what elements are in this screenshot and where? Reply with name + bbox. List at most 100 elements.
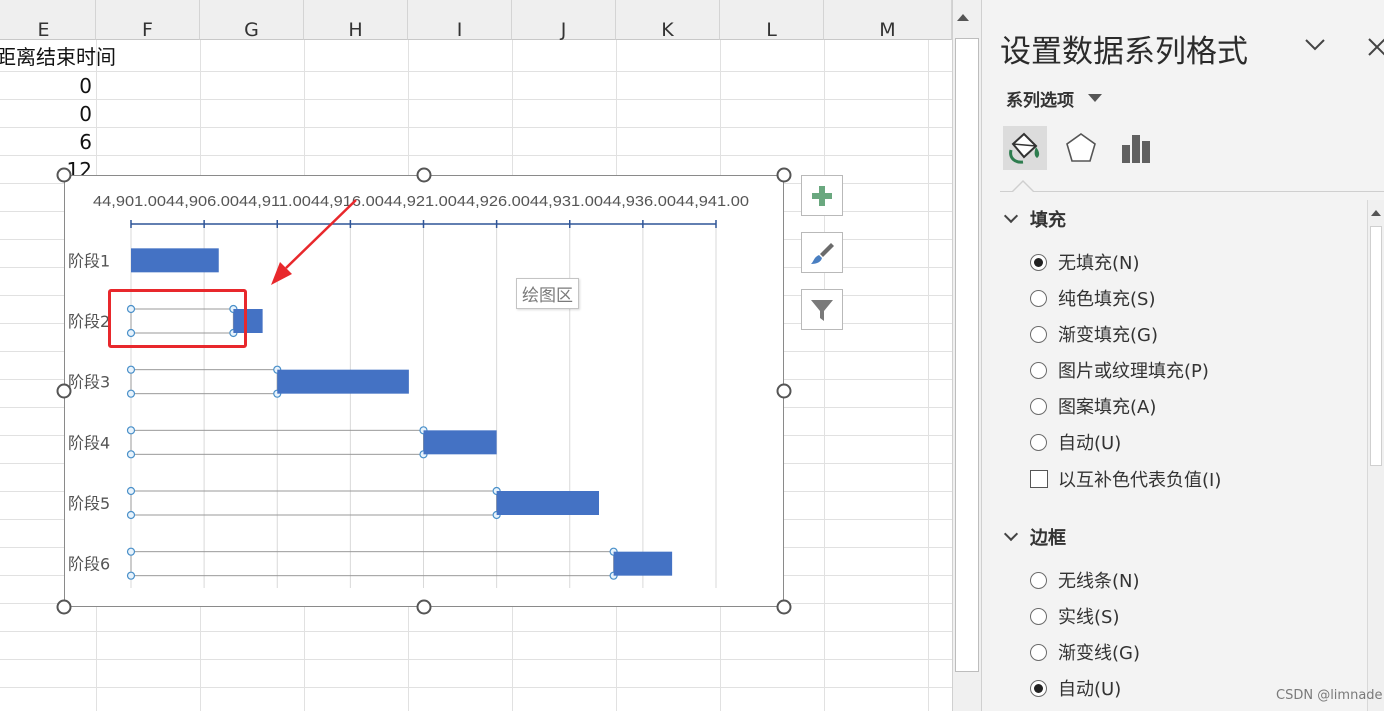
border-option-solid[interactable]: 实线(S) <box>1030 604 1119 628</box>
highlight-box-chart <box>108 289 247 348</box>
pane-title: 设置数据系列格式 <box>1000 34 1248 70</box>
option-label: 图片或纹理填充(P) <box>1058 361 1209 382</box>
option-label: 渐变线(G) <box>1058 643 1140 664</box>
column-header-f[interactable]: F <box>96 0 200 41</box>
radio[interactable] <box>1030 643 1047 661</box>
hidden-bar-selected <box>130 490 498 516</box>
chevron-down-icon <box>1003 526 1019 542</box>
selection-handle <box>126 486 136 496</box>
close-icon[interactable] <box>1366 36 1384 58</box>
radio[interactable] <box>1030 325 1047 343</box>
border-option-gradient[interactable]: 渐变线(G) <box>1030 640 1140 664</box>
border-option-none[interactable]: 无线条(N) <box>1030 568 1140 592</box>
radio[interactable] <box>1030 289 1047 307</box>
tab-effects[interactable] <box>1059 126 1103 170</box>
option-label: 以互补色代表负值(I) <box>1058 470 1222 491</box>
invert-if-negative[interactable]: 以互补色代表负值(I) <box>1030 467 1221 491</box>
tab-series-options[interactable] <box>1114 126 1158 170</box>
border-option-auto[interactable]: 自动(U) <box>1030 676 1121 700</box>
pane-scroll-thumb[interactable] <box>1370 226 1382 466</box>
selection-handle <box>126 426 136 435</box>
radio[interactable] <box>1030 607 1047 625</box>
category-label: 阶段2 <box>68 312 110 331</box>
effects-icon <box>1066 133 1096 162</box>
chart-filters-button[interactable] <box>801 289 843 330</box>
fill-option-auto[interactable]: 自动(U) <box>1030 430 1121 454</box>
radio[interactable] <box>1030 361 1047 379</box>
watermark: CSDN @limnade <box>1276 688 1383 703</box>
category-label: 阶段4 <box>68 433 110 452</box>
fill-option-none[interactable]: 无填充(N) <box>1030 250 1140 274</box>
chevron-down-icon[interactable] <box>1304 36 1326 54</box>
scroll-up-icon[interactable] <box>1371 210 1381 216</box>
column-header-l[interactable]: L <box>720 0 824 41</box>
radio[interactable] <box>1030 433 1047 451</box>
selection-handle <box>126 571 136 580</box>
series-options-dropdown[interactable]: 系列选项 <box>1006 86 1074 111</box>
option-label: 图案填充(A) <box>1058 397 1157 418</box>
column-header-h[interactable]: H <box>304 0 408 41</box>
plot-area-tooltip: 绘图区 <box>516 278 579 309</box>
cell-e2[interactable]: 0 <box>40 72 92 100</box>
option-label: 无线条(N) <box>1058 571 1140 592</box>
radio[interactable] <box>1030 397 1047 415</box>
caret-down-icon[interactable] <box>1088 94 1102 102</box>
column-header-k[interactable]: K <box>616 0 720 41</box>
selection-handle <box>126 389 136 398</box>
cell-e3[interactable]: 0 <box>40 100 92 128</box>
column-header-m[interactable]: M <box>824 0 952 41</box>
scroll-thumb[interactable] <box>955 38 979 672</box>
brush-icon <box>811 242 834 264</box>
chart-elements-button[interactable] <box>801 175 843 216</box>
x-tick-labels: 44,901.0044,906.0044,911.0044,916.0044,9… <box>93 193 749 210</box>
duration-bar <box>496 491 599 515</box>
radio-selected[interactable] <box>1030 679 1047 697</box>
option-label: 自动(U) <box>1058 433 1122 454</box>
fill-option-solid[interactable]: 纯色填充(S) <box>1030 286 1155 310</box>
selection-handle <box>126 365 136 374</box>
border-section-header[interactable]: 边框 <box>1003 524 1066 550</box>
duration-bar <box>613 551 673 576</box>
column-header-i[interactable]: I <box>408 0 512 41</box>
resize-handle-tl[interactable] <box>56 167 72 183</box>
gantt-chart[interactable]: 44,901.0044,906.0044,911.0044,916.0044,9… <box>64 175 784 607</box>
category-label: 阶段6 <box>68 555 110 574</box>
chart-plot[interactable]: 44,901.0044,906.0044,911.0044,916.0044,9… <box>65 176 785 608</box>
resize-handle-left[interactable] <box>56 383 72 399</box>
fill-section-title: 填充 <box>1030 210 1066 231</box>
fill-section-header[interactable]: 填充 <box>1003 206 1066 232</box>
fill-option-gradient[interactable]: 渐变填充(G) <box>1030 322 1158 346</box>
resize-handle-br[interactable] <box>776 599 792 615</box>
format-data-series-pane[interactable]: 设置数据系列格式 系列选项 填充 无填充(N) 纯色填充(S) 渐变填充(G) … <box>982 0 1384 711</box>
chevron-down-icon <box>1003 208 1019 224</box>
resize-handle-right[interactable] <box>776 383 792 399</box>
pane-scrollbar[interactable] <box>1367 200 1384 711</box>
resize-handle-bottom[interactable] <box>416 599 432 615</box>
selection-handle <box>126 547 136 556</box>
radio[interactable] <box>1030 571 1047 589</box>
scroll-up-icon[interactable] <box>957 14 969 21</box>
option-label: 实线(S) <box>1058 607 1120 628</box>
cell-e4[interactable]: 6 <box>40 128 92 156</box>
category-label: 阶段5 <box>68 494 110 513</box>
column-header-e[interactable]: E <box>0 0 96 41</box>
sheet-vertical-scrollbar[interactable] <box>952 0 982 711</box>
cell-e1[interactable]: 距离结束时间 <box>0 43 116 71</box>
fill-option-pattern[interactable]: 图案填充(A) <box>1030 394 1156 418</box>
duration-bar <box>277 369 409 394</box>
chart-styles-button[interactable] <box>801 232 843 273</box>
radio-selected[interactable] <box>1030 253 1047 271</box>
column-header-j[interactable]: J <box>512 0 616 41</box>
checkbox[interactable] <box>1030 470 1048 488</box>
fill-option-picture[interactable]: 图片或纹理填充(P) <box>1030 358 1209 382</box>
series-options-icon <box>1122 135 1150 163</box>
category-label: 阶段1 <box>68 251 110 270</box>
tab-fill-line[interactable] <box>1003 126 1047 170</box>
resize-handle-bl[interactable] <box>56 599 72 615</box>
duration-bar <box>423 430 497 455</box>
resize-handle-tr[interactable] <box>776 167 792 183</box>
column-header-g[interactable]: G <box>200 0 304 41</box>
option-label: 渐变填充(G) <box>1058 325 1158 346</box>
resize-handle-top[interactable] <box>416 167 432 183</box>
selection-handle <box>126 450 136 459</box>
